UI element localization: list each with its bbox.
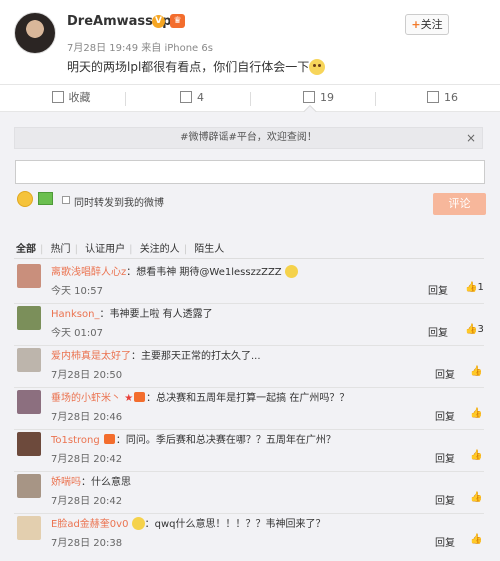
comment-item: 爱内柿真是太好了：主要那天正常的打太久了... 7月28日 20:50 回复 👍 — [0, 344, 500, 388]
comment-like-button[interactable]: 👍3 — [465, 324, 484, 335]
commenter-name[interactable]: To1strong — [51, 435, 100, 446]
repost-checkbox[interactable] — [62, 196, 70, 204]
star-icon — [51, 91, 64, 103]
comment-text: To1strong ：同问。季后赛和总决赛在哪？？五周年在广州？ — [51, 434, 336, 446]
comment-input[interactable] — [15, 160, 485, 184]
comment-time: 今天 01:07 — [51, 328, 103, 339]
face-emoji-icon — [309, 59, 326, 75]
comment-text: 娇喘吗：什么意思 — [51, 477, 131, 488]
comment-text: 离歌浅唱醉人心z：想看韦神 期待@We1lesszzZZZ — [51, 263, 298, 278]
commenter-name[interactable]: 离歌浅唱醉人心z — [51, 267, 126, 278]
repost-label: 同时转发到我的微博 — [74, 198, 164, 209]
comment-like-button[interactable]: 👍 — [470, 408, 482, 419]
post-text: 明天的两场lpl都很有看点，你们自行体会一下 — [67, 58, 326, 75]
reply-button[interactable]: 回复 — [435, 450, 455, 465]
comment-icon — [303, 91, 315, 103]
reply-button[interactable]: 回复 — [435, 492, 455, 507]
reply-button[interactable]: 回复 — [435, 534, 455, 549]
comment-like-button[interactable]: 👍 — [470, 492, 482, 503]
comment-item: E脸ad金赫奎0v0 ：qwq什么意思！！！？？韦神回来了？ 7月28日 20:… — [0, 512, 500, 556]
comment-item: To1strong ：同问。季后赛和总决赛在哪？？五周年在广州？ 7月28日 2… — [0, 428, 500, 472]
commenter-name[interactable]: 垂场的小虾米丶 — [51, 393, 121, 404]
commenter-name[interactable]: E脸ad金赫奎0v0 — [51, 519, 128, 530]
rumor-notice: #微博辟谣#平台，欢迎查阅！ × — [14, 127, 483, 149]
commenter-avatar[interactable] — [17, 306, 41, 330]
reply-button[interactable]: 回复 — [428, 282, 448, 297]
comment-time: 7月28日 20:38 — [51, 538, 123, 549]
comment-text: E脸ad金赫奎0v0 ：qwq什么意思！！！？？韦神回来了？ — [51, 517, 326, 530]
commenter-name[interactable]: 爱内柿真是太好了 — [51, 351, 131, 362]
filter-verified[interactable]: 认证用户 — [85, 240, 125, 255]
filter-following[interactable]: 关注的人 — [140, 240, 180, 255]
commenter-avatar[interactable] — [17, 432, 41, 456]
commenter-name[interactable]: 娇喘吗 — [51, 477, 81, 488]
commenter-avatar[interactable] — [17, 348, 41, 372]
post-meta: 7月28日 19:49 来自 iPhone 6s — [67, 43, 213, 54]
divider — [375, 92, 376, 106]
comment-item: 垂场的小虾米丶 ★ ：总决赛和五周年是打算一起搞 在广州吗？？ 7月28日 20:… — [0, 386, 500, 430]
post-action-bar: 收藏 4 19 16 — [0, 84, 500, 112]
comment-item: 离歌浅唱醉人心z：想看韦神 期待@We1lesszzZZZ 今天 10:57 回… — [0, 260, 500, 304]
like-button[interactable]: 16 — [420, 85, 465, 111]
thumbs-up-icon — [427, 91, 439, 103]
favorite-button[interactable]: 收藏 — [41, 85, 101, 111]
comment-like-button[interactable]: 👍 — [470, 534, 482, 545]
comment-like-button[interactable]: 👍 — [470, 450, 482, 461]
comment-time: 7月28日 20:42 — [51, 496, 123, 507]
divider — [14, 258, 484, 259]
commenter-name[interactable]: Hankson_ — [51, 309, 99, 320]
comment-time: 7月28日 20:46 — [51, 412, 123, 423]
filter-all[interactable]: 全部 — [16, 240, 36, 255]
comment-like-button[interactable]: 👍1 — [465, 282, 484, 293]
member-badge-icon — [103, 434, 115, 444]
image-upload-icon[interactable] — [38, 192, 53, 205]
filter-hot[interactable]: 热门 — [51, 240, 71, 255]
comment-text: 爱内柿真是太好了：主要那天正常的打太久了... — [51, 351, 261, 362]
comment-like-button[interactable]: 👍 — [470, 366, 482, 377]
comment-item: 娇喘吗：什么意思 7月28日 20:42 回复 👍 — [0, 470, 500, 514]
comment-filters: 全部 | 热门 | 认证用户 | 关注的人 | 陌生人 — [16, 240, 228, 255]
comment-text: 垂场的小虾米丶 ★ ：总决赛和五周年是打算一起搞 在广州吗？？ — [51, 392, 350, 404]
divider — [125, 92, 126, 106]
comment-time: 7月28日 20:42 — [51, 454, 123, 465]
star-badge-icon: ★ — [124, 393, 134, 404]
filter-strangers[interactable]: 陌生人 — [194, 240, 224, 255]
comment-time: 今天 10:57 — [51, 286, 103, 297]
comment-text: Hankson_：韦神要上啦 有人透露了 — [51, 309, 213, 320]
repost-icon — [180, 91, 192, 103]
comment-item: Hankson_：韦神要上啦 有人透露了 今天 01:07 回复 👍3 — [0, 302, 500, 346]
verified-icon: V — [152, 15, 165, 28]
commenter-avatar[interactable] — [17, 516, 41, 540]
member-badge-icon — [134, 392, 146, 402]
member-crown-icon: ♛ — [170, 14, 185, 28]
author-avatar[interactable] — [14, 12, 56, 54]
commenter-avatar[interactable] — [17, 264, 41, 288]
commenter-avatar[interactable] — [17, 390, 41, 414]
close-icon[interactable]: × — [466, 128, 476, 148]
reply-button[interactable]: 回复 — [435, 408, 455, 423]
repost-button[interactable]: 4 — [172, 85, 212, 111]
follow-button[interactable]: +关注 — [405, 14, 449, 35]
commenter-avatar[interactable] — [17, 474, 41, 498]
weibo-post: DreAmwassup V ♛ +关注 7月28日 19:49 来自 iPhon… — [0, 0, 500, 84]
comment-time: 7月28日 20:50 — [51, 370, 123, 381]
submit-comment-button[interactable]: 评论 — [433, 193, 486, 215]
emoji-icon — [284, 265, 298, 278]
comment-pointer — [303, 104, 317, 112]
reply-button[interactable]: 回复 — [435, 366, 455, 381]
comment-section: #微博辟谣#平台，欢迎查阅！ × 同时转发到我的微博 评论 全部 | 热门 | 认证用… — [0, 112, 500, 561]
emoji-picker-icon[interactable] — [17, 191, 33, 207]
divider — [250, 92, 251, 106]
reply-button[interactable]: 回复 — [428, 324, 448, 339]
emoji-icon — [131, 517, 145, 530]
